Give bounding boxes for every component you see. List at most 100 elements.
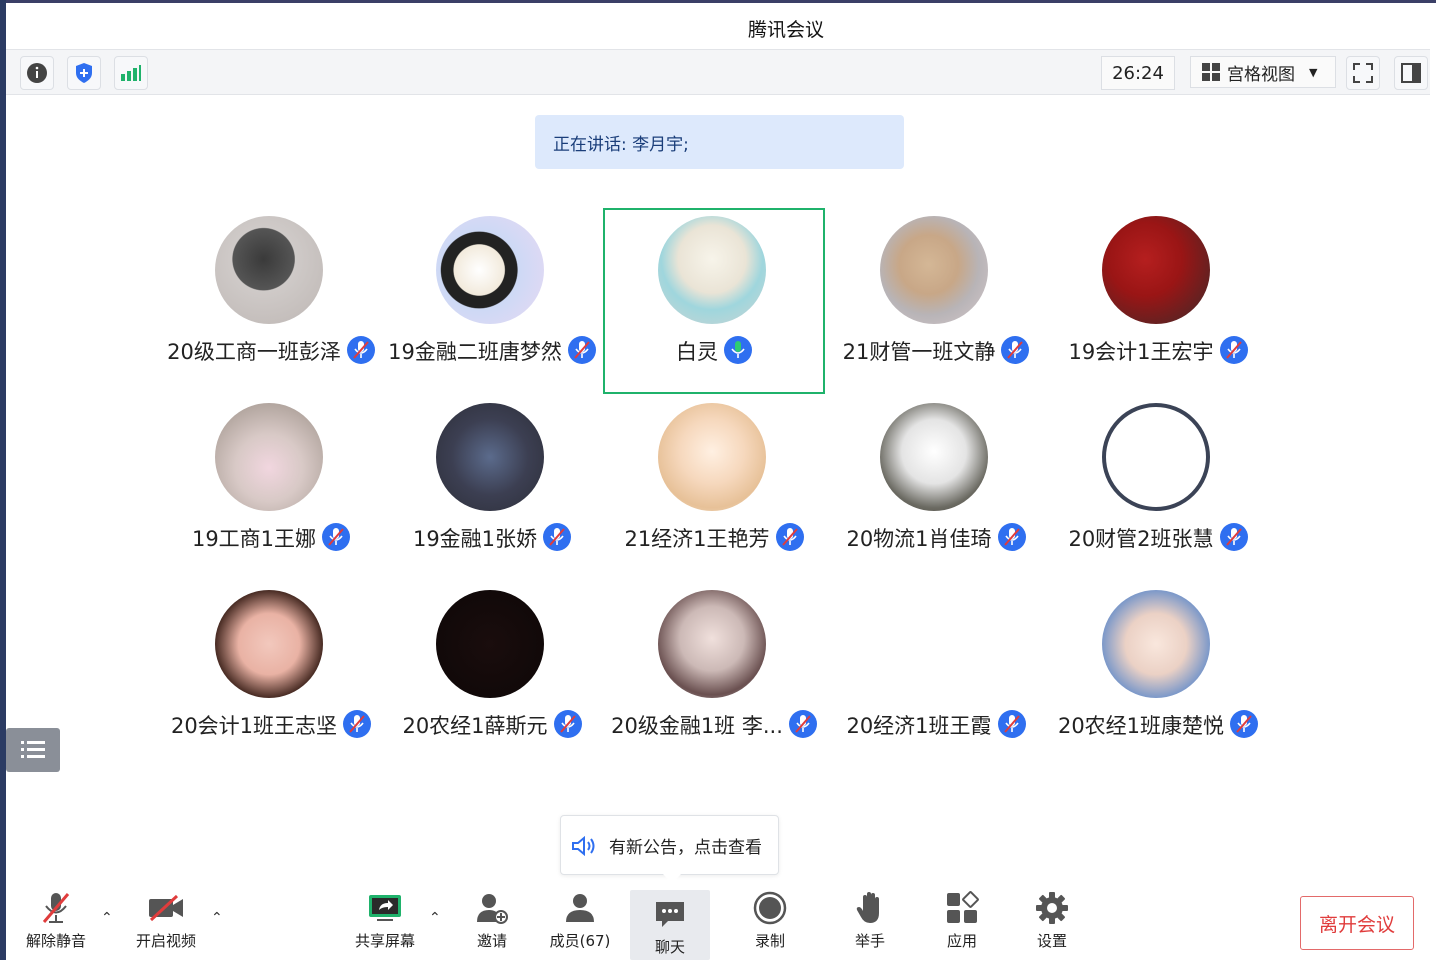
participant-name-text: 白灵 — [676, 340, 718, 364]
participant-name: 20财管2班张慧 — [1017, 523, 1299, 553]
fullscreen-icon — [1353, 63, 1373, 83]
participant-tile[interactable]: 20农经1薛斯元 — [381, 582, 603, 768]
unmute-label: 解除静音 — [25, 932, 86, 950]
participant-name-text: 20会计1班王志坚 — [170, 714, 338, 738]
audio-options-chevron-up-icon[interactable]: ⌃ — [101, 910, 113, 926]
participant-tile[interactable]: 20财管2班张慧 — [1047, 395, 1269, 581]
chevron-down-icon: ▼ — [1309, 65, 1318, 79]
participant-name-text: 20物流1肖佳琦 — [846, 527, 992, 551]
share-screen-button[interactable]: 共享屏幕 — [345, 890, 425, 951]
mic-muted-icon — [1219, 523, 1248, 551]
avatar — [215, 590, 323, 698]
network-status-button[interactable] — [114, 56, 148, 90]
security-button[interactable] — [67, 56, 101, 90]
sidebar-panel-icon — [1401, 63, 1421, 83]
participant-tile[interactable]: 白灵 — [603, 208, 825, 394]
participant-tile[interactable]: 21财管一班文静 — [825, 208, 1047, 394]
avatar — [658, 216, 766, 324]
participant-name-text: 21经济1王艳芳 — [624, 527, 770, 551]
record-icon — [753, 891, 787, 925]
meeting-toolbar: 26:24 宫格视图 ▼ — [6, 49, 1430, 95]
participant-name-text: 19金融二班唐梦然 — [388, 340, 562, 364]
avatar — [215, 403, 323, 511]
fullscreen-button[interactable] — [1346, 56, 1380, 90]
participant-tile[interactable]: 19会计1王宏宇 — [1047, 208, 1269, 394]
active-speaker-banner: 正在讲话: 李月宇; — [535, 115, 904, 169]
participant-tile[interactable]: 19金融二班唐梦然 — [381, 208, 603, 394]
settings-button[interactable]: 设置 — [1012, 890, 1092, 951]
start-video-label: 开启视频 — [135, 932, 196, 950]
start-video-button[interactable]: 开启视频 — [126, 890, 206, 951]
info-icon — [27, 63, 47, 83]
participant-name: 19会计1王宏宇 — [1017, 336, 1299, 366]
title-bar: 腾讯会议 — [6, 3, 1436, 49]
announcement-text: 有新公告，点击查看 — [609, 837, 762, 858]
apps-button[interactable]: 应用 — [922, 890, 1002, 951]
announcement-tooltip[interactable]: 有新公告，点击查看 — [560, 815, 779, 884]
participant-name-text: 21财管一班文静 — [842, 340, 996, 364]
participant-tile[interactable]: 20经济1班王霞 — [825, 582, 1047, 768]
chat-button[interactable]: 聊天 — [630, 890, 710, 960]
mic-muted-icon — [322, 523, 351, 551]
window-title: 腾讯会议 — [747, 19, 824, 41]
sidebar-toggle-button[interactable] — [1394, 56, 1428, 90]
mic-muted-icon — [1219, 336, 1248, 364]
settings-label: 设置 — [1036, 932, 1067, 950]
participant-tile[interactable]: 20农经1班康楚悦 — [1047, 582, 1269, 768]
members-button[interactable]: 成员(67) — [540, 890, 620, 951]
leave-meeting-button[interactable]: 离开会议 — [1300, 896, 1414, 950]
info-button[interactable] — [20, 56, 54, 90]
avatar — [436, 590, 544, 698]
signal-bars-icon — [121, 65, 141, 81]
raise-hand-icon — [856, 892, 879, 923]
participant-name-text: 19工商1王娜 — [191, 527, 317, 551]
participant-name-text: 20经济1班王霞 — [846, 714, 992, 738]
members-label: 成员(67) — [549, 932, 611, 950]
avatar — [215, 216, 323, 324]
participant-name-text: 20级金融1班 李... — [611, 714, 783, 738]
mic-active-icon — [724, 336, 752, 364]
speaker-icon — [572, 836, 595, 856]
share-screen-label: 共享屏幕 — [354, 932, 415, 950]
avatar — [1102, 216, 1210, 324]
participant-name-text: 19金融1张娇 — [412, 527, 538, 551]
record-button[interactable]: 录制 — [730, 890, 810, 951]
participant-tile[interactable]: 19金融1张娇 — [381, 395, 603, 581]
floating-list-button[interactable] — [6, 728, 60, 772]
unmute-button[interactable]: 解除静音 — [16, 890, 96, 951]
avatar — [880, 216, 988, 324]
mic-muted-icon — [42, 893, 70, 923]
share-screen-icon — [369, 895, 401, 921]
mic-muted-icon — [1230, 710, 1259, 738]
avatar — [436, 403, 544, 511]
mic-muted-icon — [543, 523, 572, 551]
raise-hand-button[interactable]: 举手 — [830, 890, 910, 951]
participant-name: 20农经1班康楚悦 — [1017, 710, 1299, 740]
avatar — [436, 216, 544, 324]
avatar — [880, 403, 988, 511]
avatar — [658, 403, 766, 511]
participant-tile[interactable]: 20会计1班王志坚 — [160, 582, 382, 768]
participant-tile[interactable]: 19工商1王娜 — [160, 395, 382, 581]
video-options-chevron-up-icon[interactable]: ⌃ — [211, 910, 223, 926]
avatar — [1102, 590, 1210, 698]
share-options-chevron-up-icon[interactable]: ⌃ — [429, 910, 441, 926]
participant-tile[interactable]: 20级金融1班 李... — [603, 582, 825, 768]
list-icon — [21, 741, 45, 758]
participant-name-text: 20农经1薛斯元 — [402, 714, 548, 738]
participant-tile[interactable]: 20级工商一班彭泽 — [160, 208, 382, 394]
record-label: 录制 — [754, 932, 785, 950]
gear-icon — [1036, 892, 1068, 924]
avatar — [1102, 403, 1210, 511]
bottom-control-bar: 解除静音 ⌃ 开启视频 ⌃ 共享屏幕 ⌃ 邀请 成员(67) 聊天 录制 举手 … — [6, 880, 1436, 960]
video-off-icon — [149, 894, 183, 922]
invite-button[interactable]: 邀请 — [452, 890, 532, 951]
meeting-timer: 26:24 — [1101, 56, 1175, 90]
view-mode-dropdown[interactable]: 宫格视图 ▼ — [1190, 56, 1336, 88]
view-mode-label: 宫格视图 — [1227, 64, 1295, 85]
desktop-left-edge — [0, 0, 6, 960]
apps-icon — [947, 891, 979, 923]
grid-view-icon — [1202, 63, 1220, 81]
participant-tile[interactable]: 21经济1王艳芳 — [603, 395, 825, 581]
participant-tile[interactable]: 20物流1肖佳琦 — [825, 395, 1047, 581]
